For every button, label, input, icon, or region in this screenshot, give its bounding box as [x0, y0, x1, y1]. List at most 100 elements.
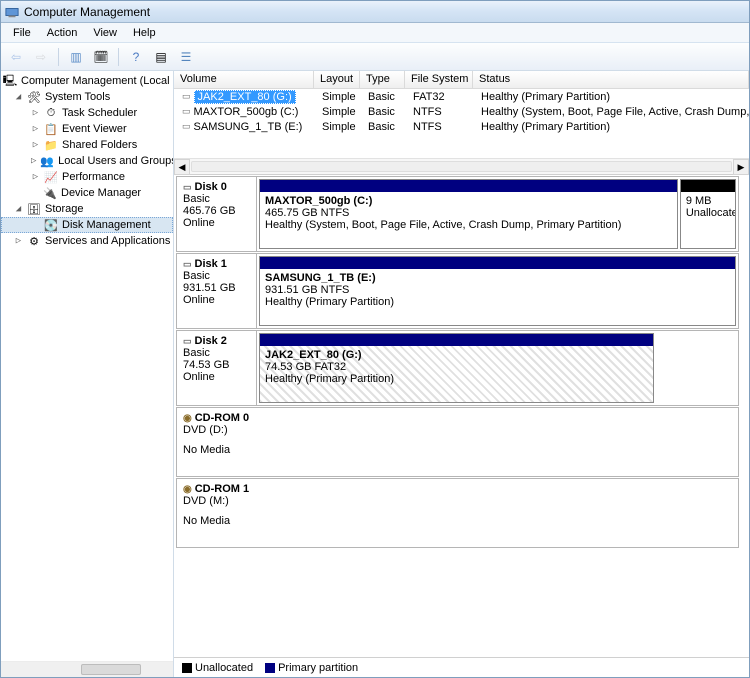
cd-icon: ◉: [183, 484, 192, 495]
menu-view[interactable]: View: [85, 25, 125, 41]
tree-services-applications[interactable]: ▷ ⚙ Services and Applications: [1, 233, 173, 249]
tree-device-manager[interactable]: 🔌 Device Manager: [1, 185, 173, 201]
partition-area: JAK2_EXT_80 (G:) 74.53 GB FAT32 Healthy …: [257, 331, 738, 405]
scroll-left-icon[interactable]: ◀: [174, 159, 190, 175]
col-volume[interactable]: Volume: [174, 71, 314, 88]
title-text: Computer Management: [24, 5, 150, 19]
col-type[interactable]: Type: [360, 71, 405, 88]
partition[interactable]: MAXTOR_500gb (C:) 465.75 GB NTFS Healthy…: [259, 179, 678, 249]
nav-tree: 🖳 Computer Management (Local ◢ 🛠 System …: [1, 71, 174, 677]
disk-label: ▭Disk 0 Basic 465.76 GB Online: [177, 177, 257, 251]
collapse-icon[interactable]: ◢: [14, 204, 23, 214]
volume-icon: ▭: [182, 91, 191, 102]
disk-row[interactable]: ▭Disk 2 Basic 74.53 GB Online JAK2_EXT_8…: [176, 330, 739, 406]
disk-row[interactable]: ◉CD-ROM 0 DVD (D:) No Media: [176, 407, 739, 477]
collapse-icon[interactable]: ◢: [14, 92, 23, 102]
tree-event-viewer[interactable]: ▷ 📋 Event Viewer: [1, 121, 173, 137]
volume-list: ▭JAK2_EXT_80 (G:) Simple Basic FAT32 Hea…: [174, 89, 749, 159]
users-icon: 👥: [40, 154, 54, 168]
disk-icon: 💽: [44, 218, 58, 232]
titlebar[interactable]: Computer Management: [1, 1, 749, 23]
tree-disk-management[interactable]: 💽 Disk Management: [1, 217, 173, 233]
refresh-button[interactable]: 🗓: [90, 46, 112, 68]
disk-label: ◉CD-ROM 1 DVD (M:) No Media: [177, 479, 257, 547]
more-button[interactable]: ☰: [175, 46, 197, 68]
disk-icon: ▭: [183, 336, 192, 347]
partition-header: [260, 334, 653, 346]
disk-label: ◉CD-ROM 0 DVD (D:) No Media: [177, 408, 257, 476]
tree-performance[interactable]: ▷ 📈 Performance: [1, 169, 173, 185]
disk-label: ▭Disk 2 Basic 74.53 GB Online: [177, 331, 257, 405]
tree-hscroll[interactable]: [1, 661, 173, 677]
volume-row[interactable]: ▭JAK2_EXT_80 (G:) Simple Basic FAT32 Hea…: [174, 89, 749, 104]
computer-icon: 🖳: [3, 74, 17, 88]
arrow-left-icon: ⇦: [11, 50, 21, 64]
arrow-right-icon: ⇨: [36, 50, 46, 64]
scroll-right-icon[interactable]: ▶: [733, 159, 749, 175]
tools-icon: 🛠: [27, 90, 41, 104]
main-body: 🖳 Computer Management (Local ◢ 🛠 System …: [1, 71, 749, 677]
list-icon: ☰: [181, 50, 192, 64]
expand-icon[interactable]: ▷: [31, 156, 36, 166]
scrollbar-track[interactable]: [191, 161, 732, 172]
folder-icon: 📁: [44, 138, 58, 152]
disk-icon: ▭: [183, 259, 192, 270]
volume-row[interactable]: ▭SAMSUNG_1_TB (E:) Simple Basic NTFS Hea…: [174, 119, 749, 134]
disk-label: ▭Disk 1 Basic 931.51 GB Online: [177, 254, 257, 328]
disk-graphical-view: ▭Disk 0 Basic 465.76 GB Online MAXTOR_50…: [174, 175, 749, 657]
separator: [118, 48, 119, 66]
forward-button[interactable]: ⇨: [30, 46, 52, 68]
tree-shared-folders[interactable]: ▷ 📁 Shared Folders: [1, 137, 173, 153]
expand-icon[interactable]: ▷: [31, 172, 40, 182]
expand-icon[interactable]: ▷: [31, 124, 40, 134]
col-status[interactable]: Status: [473, 71, 749, 88]
legend-unallocated: Unallocated: [182, 662, 253, 674]
disk-row[interactable]: ◉CD-ROM 1 DVD (M:) No Media: [176, 478, 739, 548]
app-icon: [5, 5, 19, 19]
expand-icon[interactable]: ▷: [14, 236, 23, 246]
volume-icon: ▭: [182, 106, 191, 117]
volume-name: JAK2_EXT_80 (G:): [194, 90, 296, 104]
tree-local-users[interactable]: ▷ 👥 Local Users and Groups: [1, 153, 173, 169]
volume-table-header: Volume Layout Type File System Status: [174, 71, 749, 89]
disk-row[interactable]: ▭Disk 1 Basic 931.51 GB Online SAMSUNG_1…: [176, 253, 739, 329]
menu-file[interactable]: File: [5, 25, 39, 41]
help-button[interactable]: ?: [125, 46, 147, 68]
back-button[interactable]: ⇦: [5, 46, 27, 68]
menubar: File Action View Help: [1, 23, 749, 43]
tree-system-tools[interactable]: ◢ 🛠 System Tools: [1, 89, 173, 105]
device-icon: 🔌: [43, 186, 57, 200]
menu-help[interactable]: Help: [125, 25, 164, 41]
services-icon: ⚙: [27, 234, 41, 248]
tree-root[interactable]: 🖳 Computer Management (Local: [1, 73, 173, 89]
expand-icon[interactable]: ▷: [31, 108, 40, 118]
legend: Unallocated Primary partition: [174, 657, 749, 677]
volume-icon: ▭: [182, 121, 191, 132]
computer-management-window: Computer Management File Action View Hel…: [0, 0, 750, 678]
volume-hscroll[interactable]: ◀ ▶: [174, 159, 749, 175]
refresh-icon: 🗓: [93, 50, 108, 64]
expand-icon[interactable]: ▷: [31, 140, 40, 150]
partition-unallocated[interactable]: 9 MB Unallocated: [680, 179, 736, 249]
partition-area: SAMSUNG_1_TB (E:) 931.51 GB NTFS Healthy…: [257, 254, 738, 328]
partition-area: MAXTOR_500gb (C:) 465.75 GB NTFS Healthy…: [257, 177, 738, 251]
cd-icon: ◉: [183, 413, 192, 424]
actions-button[interactable]: ▤: [150, 46, 172, 68]
volume-row[interactable]: ▭MAXTOR_500gb (C:) Simple Basic NTFS Hea…: [174, 104, 749, 119]
partition-header: [260, 257, 735, 269]
volume-name: MAXTOR_500gb (C:): [194, 106, 299, 118]
show-hide-tree-button[interactable]: ▥: [65, 46, 87, 68]
tree-task-scheduler[interactable]: ▷ ⏱ Task Scheduler: [1, 105, 173, 121]
partition-header: [260, 180, 677, 192]
col-filesystem[interactable]: File System: [405, 71, 473, 88]
event-icon: 📋: [44, 122, 58, 136]
disk-row[interactable]: ▭Disk 0 Basic 465.76 GB Online MAXTOR_50…: [176, 176, 739, 252]
col-layout[interactable]: Layout: [314, 71, 360, 88]
content-pane: Volume Layout Type File System Status ▭J…: [174, 71, 749, 677]
tree-storage[interactable]: ◢ 🗄 Storage: [1, 201, 173, 217]
partition[interactable]: SAMSUNG_1_TB (E:) 931.51 GB NTFS Healthy…: [259, 256, 736, 326]
help-icon: ?: [133, 50, 140, 64]
menu-action[interactable]: Action: [39, 25, 86, 41]
partition[interactable]: JAK2_EXT_80 (G:) 74.53 GB FAT32 Healthy …: [259, 333, 654, 403]
scrollbar-thumb[interactable]: [81, 664, 141, 675]
